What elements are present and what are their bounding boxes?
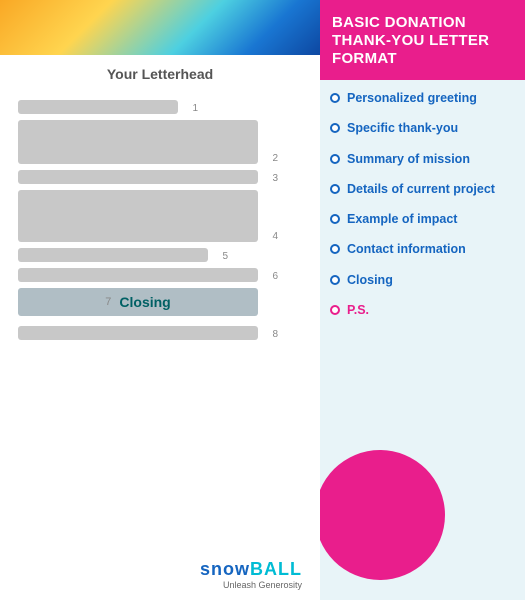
row6-bar [18, 268, 258, 282]
list-item-7: Closing [330, 272, 513, 288]
bullet-5 [330, 214, 340, 224]
snowball-tagline: Unleash Generosity [200, 580, 302, 590]
letterhead-title-text: Your Letterhead [107, 66, 213, 82]
row3-num: 3 [268, 173, 278, 184]
letterhead-gradient [0, 0, 320, 55]
list-item-4: Details of current project [330, 181, 513, 197]
bullet-7 [330, 275, 340, 285]
letter-row-2: 2 [18, 120, 302, 164]
letterhead-title: Your Letterhead [0, 66, 320, 82]
letter-row-5: 5 [18, 248, 302, 262]
item-text-5: Example of impact [347, 211, 457, 227]
row3-bar [18, 170, 258, 184]
bullet-1 [330, 93, 340, 103]
header-banner: BASIC DONATION THANK-YOU LETTER FORMAT [320, 0, 525, 80]
list-item-8: P.S. [330, 302, 513, 318]
letter-area: Your Letterhead 1 2 3 4 [0, 0, 320, 600]
right-panel: BASIC DONATION THANK-YOU LETTER FORMAT P… [320, 0, 525, 600]
item-text-8: P.S. [347, 302, 369, 318]
list-item-2: Specific thank-you [330, 120, 513, 136]
letter-row-1: 1 [18, 100, 302, 114]
item-text-3: Summary of mission [347, 151, 470, 167]
list-item-6: Contact information [330, 241, 513, 257]
bullet-2 [330, 123, 340, 133]
list-item-5: Example of impact [330, 211, 513, 227]
item-text-4: Details of current project [347, 181, 495, 197]
letter-footer: snowBALL Unleash Generosity [0, 553, 320, 600]
bullet-8 [330, 305, 340, 315]
row8-bar [18, 326, 258, 340]
bullet-3 [330, 154, 340, 164]
row8-num: 8 [268, 329, 278, 340]
letterhead-image: Your Letterhead [0, 0, 320, 90]
bullet-4 [330, 184, 340, 194]
list-item-3: Summary of mission [330, 151, 513, 167]
letter-row-6: 6 [18, 268, 302, 282]
snowball-logo: snowBALL Unleash Generosity [200, 559, 302, 590]
row2-num: 2 [268, 153, 278, 164]
header-title: BASIC DONATION THANK-YOU LETTER FORMAT [332, 14, 489, 67]
row1-num: 1 [188, 103, 198, 114]
item-text-1: Personalized greeting [347, 90, 477, 106]
item-text-6: Contact information [347, 241, 466, 257]
items-list: Personalized greeting Specific thank-you… [320, 80, 525, 332]
row6-num: 6 [268, 271, 278, 282]
row7-num-left: 7 [105, 296, 111, 308]
letter-row-7: 7 Closing [18, 288, 302, 316]
bullet-6 [330, 244, 340, 254]
row7-bar: 7 Closing [18, 288, 258, 316]
row5-bar [18, 248, 208, 262]
item-text-2: Specific thank-you [347, 120, 458, 136]
list-item-1: Personalized greeting [330, 90, 513, 106]
snowball-name: snowBALL [200, 559, 302, 580]
row2-block [18, 120, 258, 164]
letter-row-4: 4 [18, 190, 302, 242]
letter-body: 1 2 3 4 5 [0, 90, 320, 553]
row7-closing-label: Closing [119, 294, 170, 310]
letter-row-8: 8 [18, 326, 302, 340]
row1-bar [18, 100, 178, 114]
row4-num: 4 [268, 231, 278, 242]
page-wrapper: Your Letterhead 1 2 3 4 [0, 0, 525, 600]
row4-block [18, 190, 258, 242]
row5-num: 5 [218, 251, 228, 262]
item-text-7: Closing [347, 272, 393, 288]
letter-row-3: 3 [18, 170, 302, 184]
